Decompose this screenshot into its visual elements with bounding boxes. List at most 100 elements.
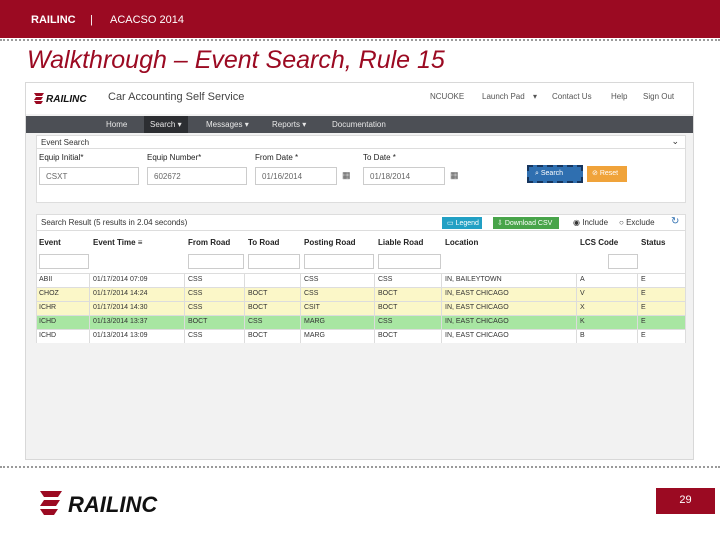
event-search-title: Event Search <box>41 138 90 147</box>
radio-unchecked-icon: ○ <box>619 218 624 227</box>
table-row[interactable]: ABII 01/17/2014 07:09 CSS CSS CSS IN, BAILEYT… <box>37 273 685 287</box>
railinc-logo-icon: RAILINC <box>40 491 158 517</box>
col-from-road[interactable]: From Road <box>188 238 230 247</box>
column-divider <box>300 302 301 315</box>
nav-documentation[interactable]: Documentation <box>332 120 386 129</box>
column-divider <box>300 330 301 343</box>
col-location[interactable]: Location <box>445 238 478 247</box>
cell-status: E <box>641 304 646 311</box>
nav-search[interactable]: Search ▾ <box>144 116 188 133</box>
column-divider <box>374 302 375 315</box>
column-divider <box>441 330 442 343</box>
equip-number-label: Equip Number* <box>147 153 202 162</box>
equip-initial-input[interactable]: CSXT <box>39 167 139 185</box>
cell-lcs-code: K <box>580 318 585 325</box>
calendar-icon[interactable]: ▦ <box>342 170 351 181</box>
table-row[interactable]: ICHD 01/13/2014 13:09 CSS BOCT MARG BOCT IN, E… <box>37 329 685 343</box>
legend-icon: ▭ <box>447 220 454 227</box>
col-lcs-code[interactable]: LCS Code <box>580 238 618 247</box>
column-divider <box>374 288 375 301</box>
column-divider <box>441 274 442 287</box>
from-date-input[interactable]: 01/16/2014 <box>255 167 337 185</box>
search-result-summary: Search Result (5 results in 2.04 seconds… <box>41 218 188 227</box>
nav-reports[interactable]: Reports ▾ <box>272 120 306 129</box>
column-divider <box>89 316 90 329</box>
column-divider <box>89 288 90 301</box>
nav-home[interactable]: Home <box>106 120 127 129</box>
chevron-down-icon[interactable]: ⌄ <box>671 136 679 147</box>
column-divider <box>637 302 638 315</box>
calendar-icon[interactable]: ▦ <box>450 170 459 181</box>
page-number: 29 <box>656 488 715 514</box>
app-name: Car Accounting Self Service <box>108 91 245 103</box>
cell-to-road: BOCT <box>248 332 268 339</box>
col-event-time[interactable]: Event Time ≡ <box>93 238 142 247</box>
cell-liable-road: BOCT <box>378 290 398 297</box>
column-divider <box>244 316 245 329</box>
top-nav-launch-pad[interactable]: Launch Pad <box>482 92 525 101</box>
nav-messages[interactable]: Messages ▾ <box>206 120 249 129</box>
column-divider <box>576 288 577 301</box>
top-nav-contact[interactable]: Contact Us <box>552 92 592 101</box>
column-divider <box>89 302 90 315</box>
column-divider <box>637 274 638 287</box>
col-liable-road[interactable]: Liable Road <box>378 238 423 247</box>
column-divider <box>374 316 375 329</box>
col-status[interactable]: Status <box>641 238 665 247</box>
reset-button[interactable]: ⊘ Reset <box>587 166 627 182</box>
filter-from-road-input[interactable] <box>188 254 244 269</box>
table-row[interactable]: ICHR 01/17/2014 14:30 CSS BOCT CSIT BOCT IN, E… <box>37 301 685 315</box>
filter-liable-road-input[interactable] <box>378 254 441 269</box>
col-to-road[interactable]: To Road <box>248 238 279 247</box>
top-nav-user[interactable]: NCUOKE <box>430 92 464 101</box>
svg-text:RAILINC: RAILINC <box>68 492 158 517</box>
cell-location: IN, BAILEYTOWN <box>445 276 502 283</box>
event-search-header[interactable]: Event Search ⌄ <box>36 135 686 149</box>
filter-posting-road-input[interactable] <box>304 254 374 269</box>
legend-button[interactable]: ▭ Legend <box>442 217 482 229</box>
cell-to-road: BOCT <box>248 290 268 297</box>
column-divider <box>184 316 185 329</box>
refresh-icon[interactable]: ↻ <box>671 216 679 227</box>
railinc-logo-icon[interactable]: RAILINC <box>34 91 104 105</box>
column-divider <box>576 316 577 329</box>
reset-icon: ⊘ <box>592 170 598 177</box>
col-posting-road[interactable]: Posting Road <box>304 238 356 247</box>
top-nav-signout[interactable]: Sign Out <box>643 92 674 101</box>
exclude-radio[interactable]: ○ Exclude <box>619 218 655 227</box>
cell-event: ICHD <box>39 332 57 339</box>
to-date-input[interactable]: 01/18/2014 <box>363 167 445 185</box>
sort-icon: ≡ <box>137 238 143 247</box>
table-row[interactable]: ICHD 01/13/2014 13:37 BOCT CSS MARG CSS IN, EA… <box>37 315 685 329</box>
bottom-divider <box>0 466 720 468</box>
legend-button-label: Legend <box>455 220 479 227</box>
slide-header: RAILINC | ACACSO 2014 <box>0 0 720 38</box>
filter-lcs-code-input[interactable] <box>608 254 638 269</box>
filter-event-input[interactable] <box>39 254 89 269</box>
cell-status: E <box>641 290 646 297</box>
top-nav-help[interactable]: Help <box>611 92 627 101</box>
cell-posting-road: CSS <box>304 290 319 297</box>
to-date-label: To Date * <box>363 153 396 162</box>
download-csv-button[interactable]: ⇩ Download CSV <box>493 217 559 229</box>
column-divider <box>244 288 245 301</box>
search-button[interactable]: ⌕ Search <box>527 165 583 183</box>
equip-number-input[interactable]: 602672 <box>147 167 247 185</box>
filter-to-road-input[interactable] <box>248 254 300 269</box>
radio-checked-icon: ◉ <box>573 218 580 227</box>
include-radio[interactable]: ◉ Include <box>573 218 608 227</box>
cell-posting-road: MARG <box>304 318 325 325</box>
include-label: Include <box>582 218 609 227</box>
column-divider <box>244 274 245 287</box>
slide-title: Walkthrough – Event Search, Rule 15 <box>27 46 445 74</box>
column-divider <box>184 274 185 287</box>
search-button-label: Search <box>540 170 564 177</box>
col-event[interactable]: Event <box>39 238 61 247</box>
nav-messages-label: Messages <box>206 120 243 129</box>
cell-from-road: BOCT <box>188 318 208 325</box>
table-row[interactable]: CHOZ 01/17/2014 14:24 CSS BOCT CSS BOCT IN, EA… <box>37 287 685 301</box>
cell-event-time: 01/13/2014 13:37 <box>93 318 148 325</box>
column-divider <box>300 288 301 301</box>
cell-from-road: CSS <box>188 290 203 297</box>
column-divider <box>300 316 301 329</box>
